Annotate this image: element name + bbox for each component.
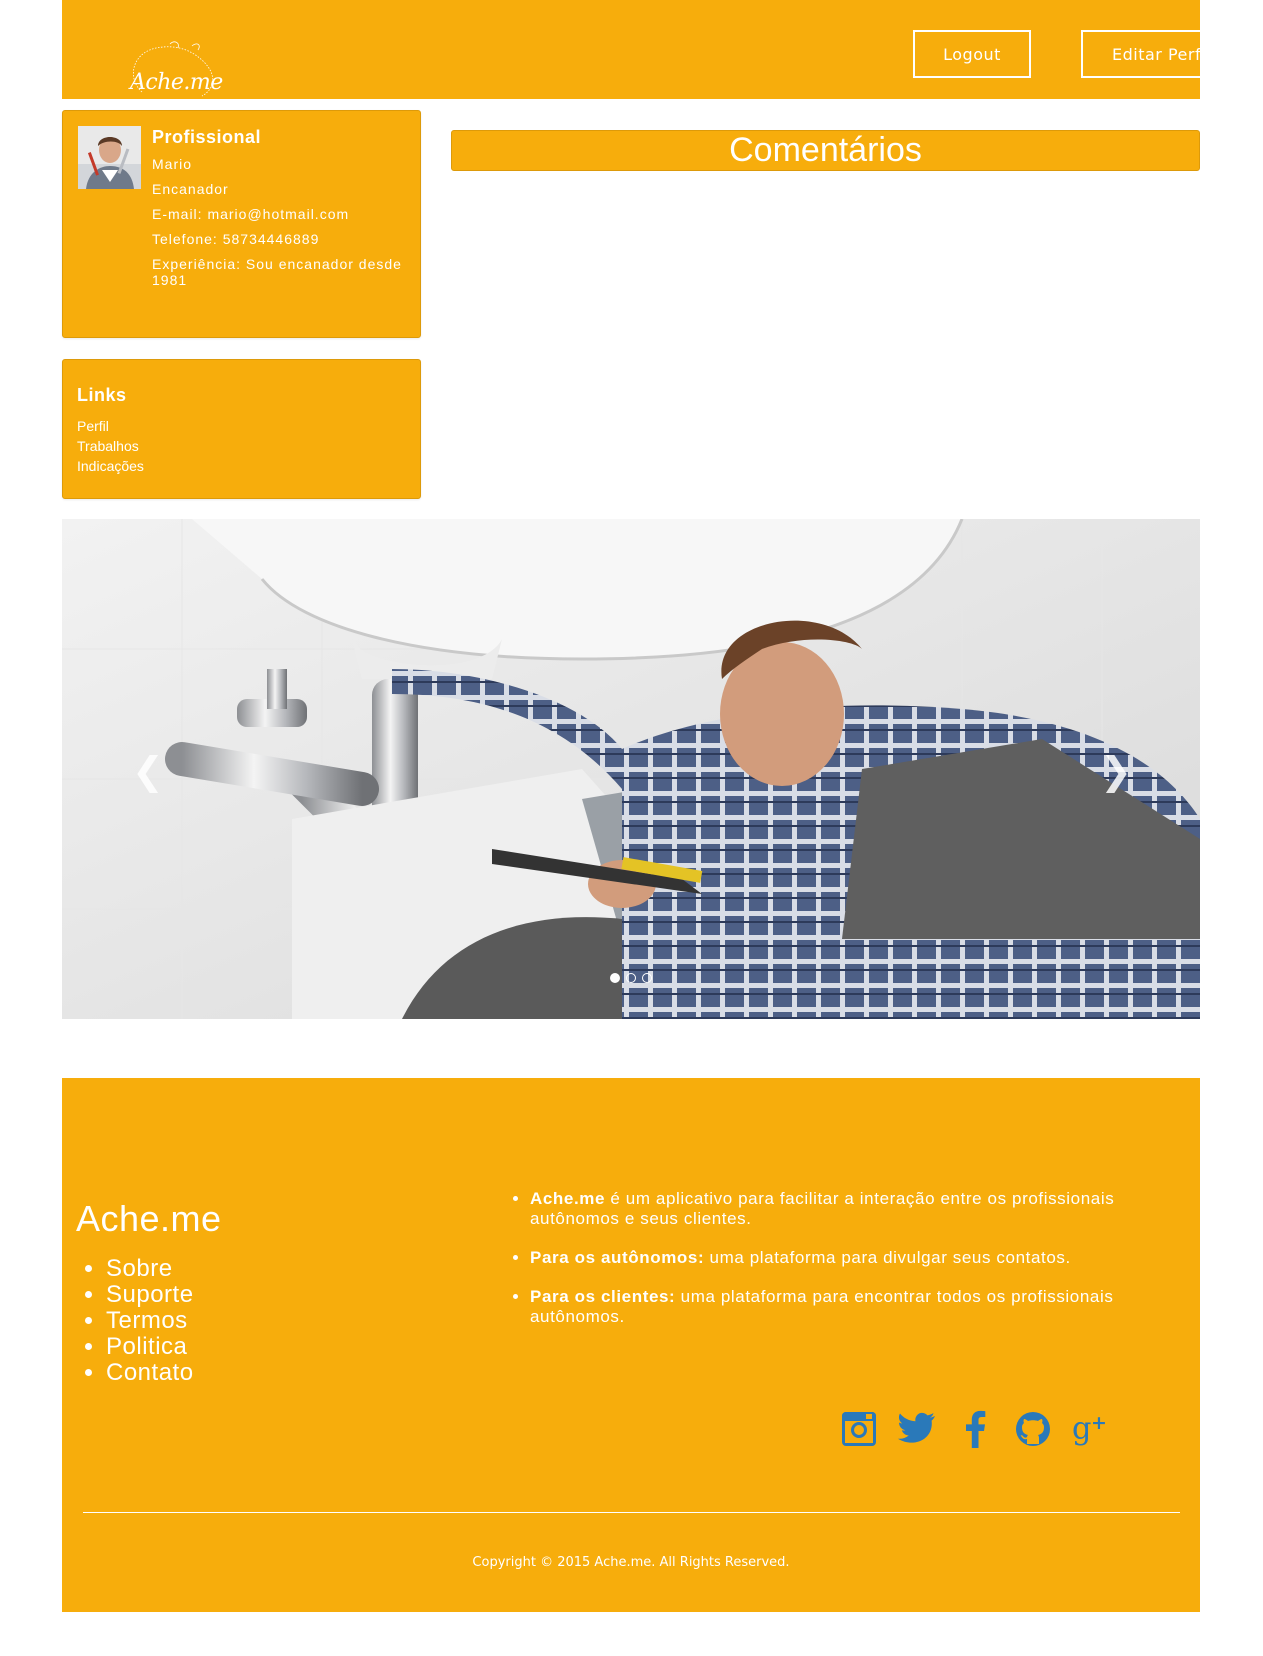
footer-brand: Ache.me	[76, 1198, 222, 1239]
twitter-icon[interactable]	[898, 1408, 936, 1450]
chevron-right-icon: ❯	[1100, 749, 1132, 793]
list-item: Termos	[106, 1308, 194, 1334]
about-item-text: é um aplicativo para facilitar a interaç…	[530, 1189, 1115, 1228]
about-item-bold: Ache.me	[530, 1189, 606, 1208]
site-header: Ache.me Logout Editar Perfil	[62, 0, 1242, 99]
profile-name: Mario	[152, 156, 193, 172]
profile-phone: Telefone: 58734446889	[152, 231, 320, 247]
instagram-icon[interactable]	[840, 1408, 878, 1450]
carousel-indicators	[62, 973, 1200, 983]
links-card: Links Perfil Trabalhos Indicações	[62, 359, 421, 499]
footer-link-contato[interactable]: Contato	[106, 1359, 194, 1386]
logout-button[interactable]: Logout	[913, 30, 1031, 78]
about-list: Ache.me é um aplicativo para facilitar a…	[512, 1189, 1172, 1346]
link-perfil[interactable]: Perfil	[77, 418, 109, 434]
profile-occupation: Encanador	[152, 181, 229, 197]
list-item: Sobre	[106, 1256, 194, 1282]
profile-email: E-mail: mario@hotmail.com	[152, 206, 350, 222]
carousel-indicator-2[interactable]	[626, 973, 636, 983]
chevron-left-icon: ❮	[132, 749, 164, 793]
github-icon[interactable]	[1014, 1408, 1052, 1450]
link-trabalhos[interactable]: Trabalhos	[77, 438, 139, 454]
edit-profile-button[interactable]: Editar Perfil	[1081, 30, 1242, 78]
footer-link-sobre[interactable]: Sobre	[106, 1255, 173, 1282]
about-item: Para os autônomos: uma plataforma para d…	[530, 1248, 1172, 1268]
list-item: Indicações	[77, 456, 144, 476]
plumber-avatar-image	[78, 126, 141, 189]
social-links: g +	[840, 1408, 1110, 1450]
footer-link-termos[interactable]: Termos	[106, 1307, 188, 1334]
carousel-slide-image	[62, 519, 1200, 1019]
footer-link-suporte[interactable]: Suporte	[106, 1281, 194, 1308]
carousel-next-button[interactable]: ❯	[1100, 749, 1132, 793]
svg-text:g: g	[1072, 1412, 1091, 1447]
facebook-icon[interactable]	[956, 1408, 994, 1450]
footer-divider	[83, 1512, 1180, 1513]
copyright-text: Copyright © 2015 Ache.me. All Rights Res…	[472, 1555, 790, 1570]
avatar	[78, 126, 141, 189]
site-footer: Ache.me Sobre Suporte Termos Politica Co…	[62, 1078, 1200, 1612]
carousel: ❮ ❯	[62, 519, 1200, 1019]
logo-text[interactable]: Ache.me	[130, 70, 223, 95]
link-indicacoes[interactable]: Indicações	[77, 458, 144, 474]
about-item: Para os clientes: uma plataforma para en…	[530, 1287, 1172, 1327]
links-title: Links	[77, 385, 127, 405]
profile-card: Profissional Mario Encanador E-mail: mar…	[62, 110, 421, 338]
carousel-indicator-3[interactable]	[642, 973, 652, 983]
list-item: Politica	[106, 1334, 194, 1360]
profile-experience: Experiência: Sou encanador desde 1981	[152, 256, 402, 288]
links-list: Perfil Trabalhos Indicações	[77, 416, 144, 476]
footer-nav: Sobre Suporte Termos Politica Contato	[106, 1256, 194, 1386]
profile-title: Profissional	[152, 127, 262, 147]
about-item-text: uma plataforma para divulgar seus contat…	[704, 1248, 1071, 1267]
google-plus-icon[interactable]: g +	[1072, 1408, 1110, 1450]
comments-heading: Comentários	[451, 130, 1200, 171]
svg-text:+: +	[1091, 1412, 1107, 1434]
list-item: Trabalhos	[77, 436, 144, 456]
carousel-prev-button[interactable]: ❮	[132, 749, 164, 793]
profile-info: Profissional Mario Encanador E-mail: mar…	[152, 127, 412, 297]
list-item: Suporte	[106, 1282, 194, 1308]
about-item-bold: Para os autônomos:	[530, 1248, 705, 1267]
carousel-indicator-1[interactable]	[610, 973, 620, 983]
list-item: Perfil	[77, 416, 144, 436]
about-item: Ache.me é um aplicativo para facilitar a…	[530, 1189, 1172, 1229]
about-item-bold: Para os clientes:	[530, 1287, 676, 1306]
footer-link-politica[interactable]: Politica	[106, 1333, 187, 1360]
list-item: Contato	[106, 1360, 194, 1386]
